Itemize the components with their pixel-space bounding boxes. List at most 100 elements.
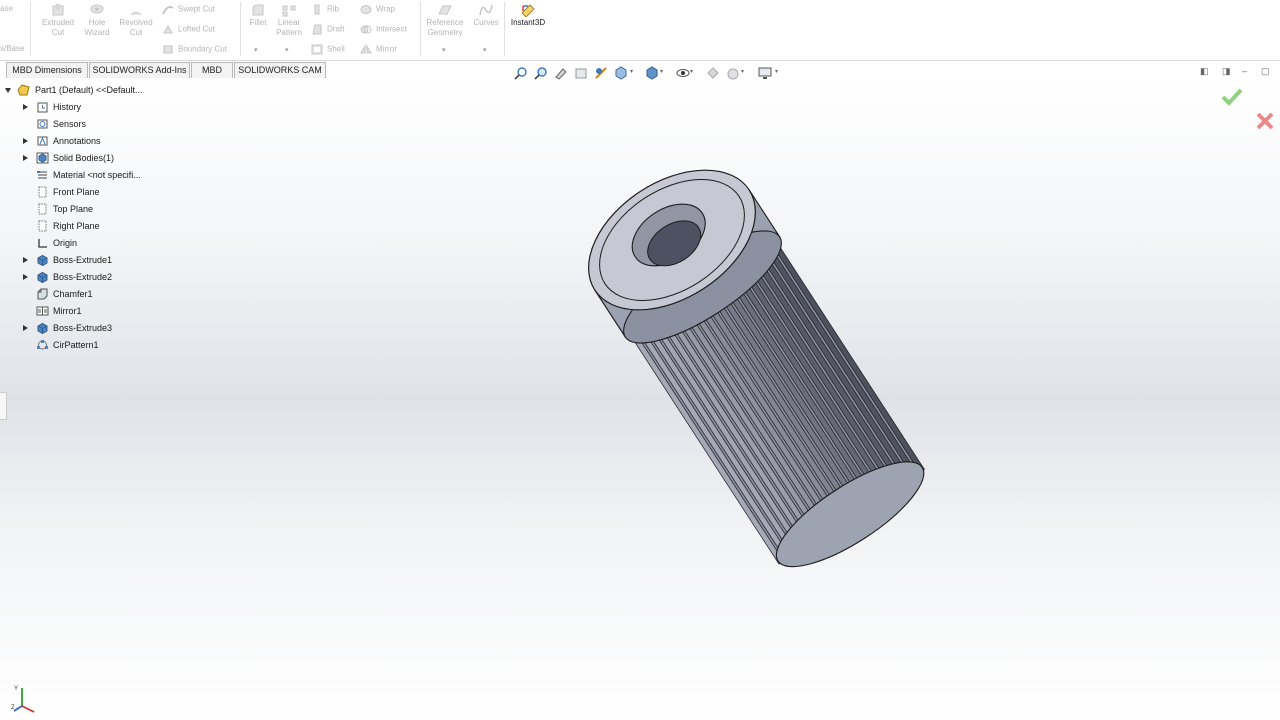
tree-item[interactable]: Mirror1 xyxy=(36,303,82,319)
expand-arrow-icon[interactable] xyxy=(23,274,28,280)
previous-view-icon[interactable] xyxy=(554,66,568,80)
expand-arrow-icon[interactable] xyxy=(23,104,28,110)
zoom-to-area-icon[interactable] xyxy=(534,66,548,80)
view-orientation-caret[interactable]: ▾ xyxy=(630,68,633,75)
expand-arrow-icon[interactable] xyxy=(23,257,28,263)
cancel-x-icon[interactable] xyxy=(1255,111,1275,131)
curves-button[interactable]: Curves xyxy=(470,3,502,28)
revolved-cut-button[interactable]: Revolved Cut xyxy=(116,3,156,38)
tree-root-label: Part1 (Default) <<Default... xyxy=(35,85,143,95)
dynamic-annotation-icon[interactable] xyxy=(594,66,608,80)
display-style-caret[interactable]: ▾ xyxy=(660,68,663,75)
revolved-cut-label-1: Revolved xyxy=(119,18,153,27)
tab-solidworks-add-ins[interactable]: SOLIDWORKS Add-Ins xyxy=(89,62,190,78)
tree-item[interactable]: Right Plane xyxy=(38,218,100,234)
rib-label: Rib xyxy=(327,4,340,14)
fillet-label: Fillet xyxy=(249,18,267,27)
hole-wizard-button[interactable]: Hole Wizard xyxy=(80,3,114,38)
panel-collapse-handle[interactable] xyxy=(0,392,7,420)
tree-item[interactable]: Top Plane xyxy=(38,201,93,217)
reference-geometry-button[interactable]: Reference Geometry xyxy=(422,3,468,38)
tree-item[interactable]: Annotations xyxy=(23,133,101,149)
expand-arrow-icon[interactable] xyxy=(23,155,28,161)
zoom-to-fit-icon[interactable] xyxy=(514,66,528,80)
draft-label: Draft xyxy=(327,24,345,34)
apply-scene-caret[interactable]: ▾ xyxy=(741,68,744,75)
viewport-maximize-icon[interactable]: ▢ xyxy=(1261,66,1270,77)
expand-arrow-icon[interactable] xyxy=(23,138,28,144)
hide-show-caret[interactable]: ▾ xyxy=(690,68,693,75)
view-settings-caret[interactable]: ▾ xyxy=(775,68,778,75)
tree-item[interactable]: Chamfer1 xyxy=(37,286,93,302)
rib-icon xyxy=(314,4,320,15)
extruded-cut-label-2: Cut xyxy=(51,28,65,37)
tree-item[interactable]: Boss-Extrude3 xyxy=(23,320,112,336)
tree-item-label: Chamfer1 xyxy=(53,289,93,299)
linear-pattern-label-2: Pattern xyxy=(276,28,302,37)
boss-extrude-icon xyxy=(37,322,48,334)
tab-solidworks-cam[interactable]: SOLIDWORKS CAM xyxy=(234,62,326,78)
origin-icon xyxy=(38,239,47,248)
lofted-cut-button[interactable]: Lofted Cut xyxy=(162,24,215,35)
collapse-arrow-icon[interactable] xyxy=(5,88,11,93)
intersect-button[interactable]: Intersect xyxy=(360,24,407,35)
viewport-restore-icon[interactable]: ◨ xyxy=(1222,66,1231,77)
curves-icon xyxy=(479,4,493,16)
reference-geometry-dropdown-caret[interactable]: ▾ xyxy=(442,46,446,54)
view-orientation-icon[interactable] xyxy=(614,66,628,80)
apply-scene-icon[interactable] xyxy=(726,66,740,80)
tree-item[interactable]: Solid Bodies(1) xyxy=(23,150,114,166)
mirror-icon xyxy=(36,306,49,316)
confirm-check-icon[interactable] xyxy=(1221,88,1243,106)
linear-pattern-button[interactable]: Linear Pattern xyxy=(272,3,306,38)
tree-item[interactable]: Boss-Extrude1 xyxy=(23,252,112,268)
part-icon xyxy=(17,84,30,96)
linear-pattern-label-1: Linear xyxy=(277,18,301,27)
tab-mbd-dimensions[interactable]: MBD Dimensions xyxy=(6,62,88,78)
boundary-cut-button[interactable]: Boundary Cut xyxy=(162,44,227,55)
mirror-button[interactable]: Mirror xyxy=(360,44,397,55)
tree-item[interactable]: Front Plane xyxy=(38,184,100,200)
swept-cut-button[interactable]: Swept Cut xyxy=(162,4,215,15)
wrap-button[interactable]: Wrap xyxy=(360,4,395,15)
section-view-icon[interactable] xyxy=(574,66,588,80)
extruded-cut-label-1: Extruded xyxy=(41,18,75,27)
pattern-dropdown-caret[interactable]: ▾ xyxy=(285,46,289,54)
view-settings-icon[interactable] xyxy=(758,66,772,80)
circular-pattern-icon xyxy=(37,340,48,350)
ribbon-partial-label: s/Base xyxy=(0,44,25,53)
hide-show-items-icon[interactable] xyxy=(676,66,690,80)
viewport-tile-icon[interactable]: ◧ xyxy=(1200,66,1209,77)
fillet-icon xyxy=(252,4,264,16)
instant3d-button[interactable]: Instant3D xyxy=(506,3,550,28)
edit-appearance-icon[interactable] xyxy=(706,66,720,80)
draft-button[interactable]: Draft xyxy=(311,24,344,35)
triad-z-label: Z xyxy=(11,705,15,711)
curves-dropdown-caret[interactable]: ▾ xyxy=(483,46,487,54)
tree-item[interactable]: Sensors xyxy=(37,116,87,132)
chamfer-icon xyxy=(37,288,48,300)
tab-mbd[interactable]: MBD xyxy=(191,62,233,78)
shell-button[interactable]: Shell xyxy=(311,44,345,55)
tree-item[interactable]: Origin xyxy=(38,235,77,251)
tree-item-label: Sensors xyxy=(53,119,87,129)
viewport-minimize-icon[interactable]: – xyxy=(1242,66,1247,76)
wrap-label: Wrap xyxy=(376,4,395,14)
tree-item[interactable]: Material <not specifi... xyxy=(37,167,141,183)
expand-arrow-icon[interactable] xyxy=(23,325,28,331)
reference-geometry-icon xyxy=(438,5,452,15)
fillet-dropdown-caret[interactable]: ▾ xyxy=(254,46,258,54)
boundary-cut-icon xyxy=(163,45,173,54)
tree-item[interactable]: Boss-Extrude2 xyxy=(23,269,112,285)
material-icon xyxy=(37,171,47,179)
tree-item[interactable]: History xyxy=(23,99,81,115)
annotations-icon xyxy=(37,136,48,146)
rib-button[interactable]: Rib xyxy=(311,4,339,15)
tree-root-part[interactable]: Part1 (Default) <<Default... xyxy=(5,82,143,98)
extruded-cut-icon xyxy=(52,4,64,16)
display-style-icon[interactable] xyxy=(645,66,659,80)
shell-icon xyxy=(311,44,323,55)
tree-item[interactable]: CirPattern1 xyxy=(37,337,99,353)
extruded-cut-button[interactable]: Extruded Cut xyxy=(38,3,78,38)
fillet-button[interactable]: Fillet xyxy=(244,3,272,28)
